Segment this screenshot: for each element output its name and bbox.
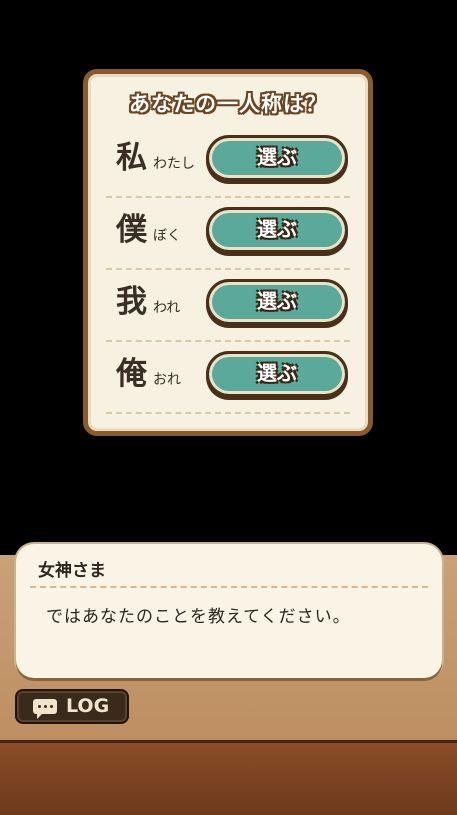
choice-row-ware: 我 われ 選ぶ: [106, 270, 350, 342]
log-button[interactable]: LOG: [15, 689, 129, 724]
select-button-ware[interactable]: 選ぶ: [206, 279, 348, 325]
bottom-wood-bar: [0, 740, 457, 815]
chat-bubble-icon: [33, 699, 57, 719]
choice-kanji: 俺: [116, 356, 147, 392]
choice-reading: おれ: [153, 372, 181, 388]
choice-reading: わたし: [153, 156, 195, 172]
choice-kanji: 我: [116, 284, 147, 320]
choice-row-boku: 僕 ぼく 選ぶ: [106, 198, 350, 270]
panel-title: あなたの一人称は？: [129, 92, 327, 116]
select-button-ore[interactable]: 選ぶ: [206, 351, 348, 397]
speaker-name: 女神さま: [38, 561, 106, 581]
log-label: LOG: [66, 695, 110, 717]
choice-kanji: 僕: [116, 212, 147, 248]
select-button-boku[interactable]: 選ぶ: [206, 207, 348, 253]
dialog-message: ではあなたのことを教えてください。: [46, 607, 351, 627]
select-button-watashi[interactable]: 選ぶ: [206, 135, 348, 181]
choice-row-ore: 俺 おれ 選ぶ: [106, 342, 350, 414]
choice-kanji: 私: [116, 140, 147, 176]
message-window[interactable]: 女神さま ではあなたのことを教えてください。: [16, 544, 442, 678]
choice-reading: われ: [153, 300, 181, 316]
first-person-choice-panel: あなたの一人称は？ 私 わたし 選ぶ 僕 ぼく 選ぶ 我 われ 選ぶ 俺 おれ …: [83, 69, 373, 436]
choice-reading: ぼく: [153, 228, 181, 244]
dialog-divider: [30, 586, 428, 588]
choice-row-watashi: 私 わたし 選ぶ: [106, 126, 350, 198]
